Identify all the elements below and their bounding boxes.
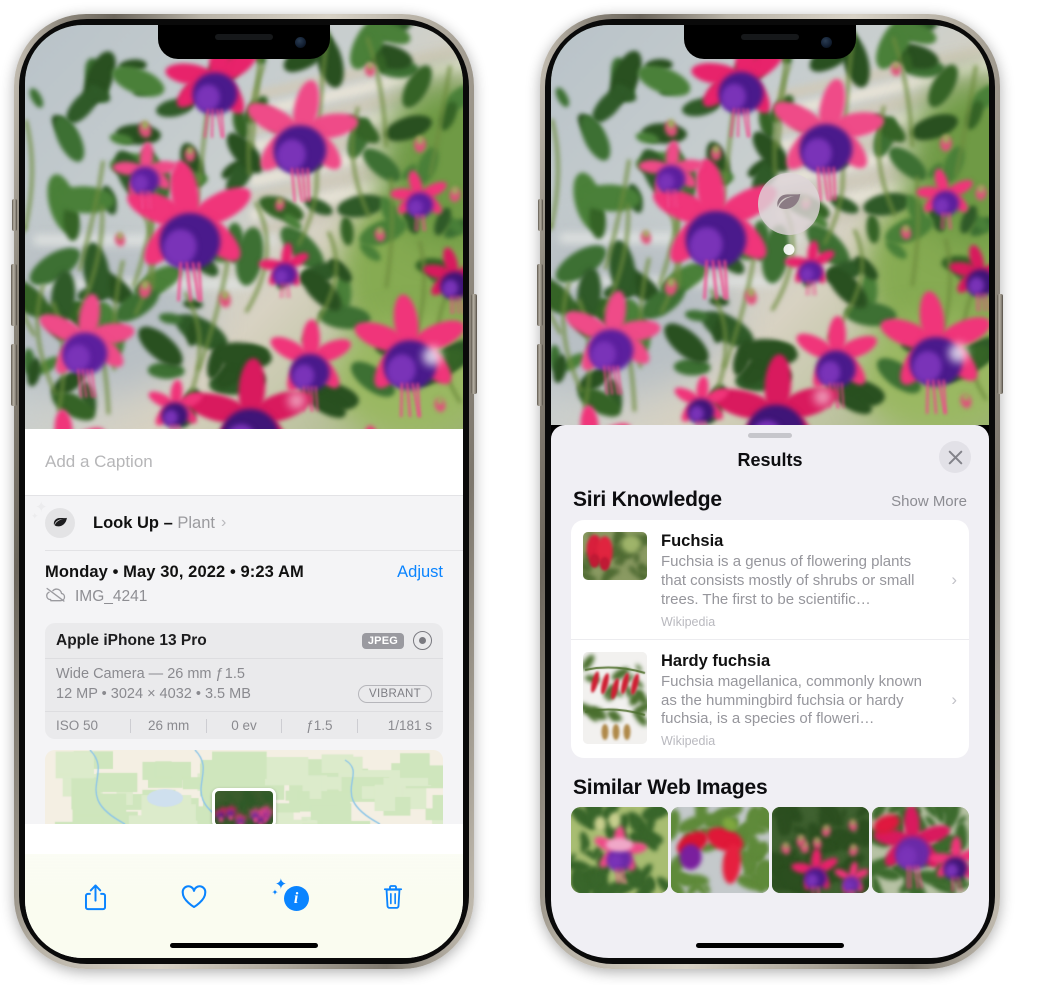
volume-down-button[interactable]: [537, 344, 543, 406]
notch: [684, 25, 856, 59]
knowledge-title: Hardy fuchsia: [661, 651, 771, 670]
knowledge-source: Wikipedia: [661, 734, 716, 749]
chevron-right-icon: ›: [220, 514, 227, 531]
photo-viewer[interactable]: [25, 25, 463, 429]
knowledge-source: Wikipedia: [661, 614, 716, 629]
leaf-icon: ✦ ✦: [31, 500, 75, 538]
look-up-row[interactable]: ✦ ✦ Look Up – Plant ›: [25, 496, 463, 550]
look-up-subject: Plant: [177, 513, 215, 532]
exif-focal: 26 mm: [147, 718, 190, 733]
fuchsia-photo[interactable]: [25, 25, 463, 429]
location-map[interactable]: [45, 750, 443, 824]
pin-thumbnail: [215, 791, 273, 824]
caption-input[interactable]: Add a Caption: [25, 429, 463, 495]
exif-iso: ISO 50: [56, 718, 99, 733]
info-glyph: i: [283, 886, 309, 911]
knowledge-item[interactable]: Fuchsia Fuchsia is a genus of flowering …: [571, 520, 969, 639]
left-screen: Add a Caption ✦ ✦ Look Up – Plant › Mond…: [25, 25, 463, 958]
exif-shutter: 1/181 s: [387, 718, 433, 733]
siri-knowledge-card: Fuchsia Fuchsia is a genus of flowering …: [571, 520, 969, 759]
adjust-button[interactable]: Adjust: [397, 563, 443, 582]
similar-web-images-row[interactable]: [551, 807, 989, 894]
sparkles-icon-small: ✦: [271, 888, 279, 897]
chevron-right-icon: ›: [951, 570, 957, 590]
look-up-prefix: Look Up –: [93, 513, 178, 532]
notch: [158, 25, 330, 59]
web-image-thumbnail[interactable]: [571, 807, 669, 894]
sparkles-icon-small: ✦: [31, 511, 39, 521]
delete-button[interactable]: [381, 883, 405, 911]
camera-info-card[interactable]: Apple iPhone 13 Pro JPEG Wide Camera — 2…: [45, 623, 443, 739]
lookup-block: ✦ ✦ Look Up – Plant › Monday • May 30, 2…: [25, 495, 463, 824]
section-title: Similar Web Images: [573, 776, 768, 800]
map-photo-pin[interactable]: [212, 788, 276, 824]
format-badge: JPEG: [361, 632, 404, 649]
knowledge-thumbnail: [583, 651, 647, 744]
results-sheet: Results Siri Knowledge Show More Fuchsia…: [551, 425, 989, 958]
caption-placeholder: Add a Caption: [45, 452, 153, 471]
photographic-style-badge: VIBRANT: [358, 685, 432, 703]
results-title: Results: [737, 449, 803, 470]
power-button[interactable]: [471, 294, 477, 394]
favorite-button[interactable]: [180, 884, 208, 910]
home-indicator[interactable]: [170, 943, 318, 948]
knowledge-item[interactable]: Hardy fuchsia Fuchsia magellanica, commo…: [571, 638, 969, 759]
front-camera-icon: [295, 37, 306, 48]
left-phone: Add a Caption ✦ ✦ Look Up – Plant › Mond…: [11, 14, 477, 969]
front-camera-icon: [821, 37, 832, 48]
mute-switch[interactable]: [538, 199, 543, 231]
mute-switch[interactable]: [12, 199, 17, 231]
earpiece-speaker: [215, 34, 273, 40]
camera-specs: 12 MP • 3024 × 4032 • 3.5 MB: [56, 686, 251, 702]
photo-filename: IMG_4241: [75, 588, 148, 605]
photo-date: Monday • May 30, 2022 • 9:23 AM: [45, 563, 304, 581]
camera-lens: Wide Camera — 26 mm ƒ 1.5: [56, 666, 245, 682]
knowledge-title: Fuchsia: [661, 532, 724, 550]
info-button[interactable]: ✦ ✦ i: [272, 877, 309, 911]
knowledge-description: Fuchsia magellanica, commonly known as t…: [661, 672, 922, 728]
right-phone: Results Siri Knowledge Show More Fuchsia…: [537, 14, 1003, 969]
siri-knowledge-header: Siri Knowledge Show More: [551, 482, 989, 520]
home-indicator[interactable]: [696, 943, 844, 948]
web-image-thumbnail[interactable]: [671, 807, 769, 894]
volume-up-button[interactable]: [11, 264, 17, 326]
cloud-slash-icon: [45, 587, 66, 607]
right-screen: Results Siri Knowledge Show More Fuchsia…: [551, 25, 989, 958]
knowledge-description: Fuchsia is a genus of flowering plants t…: [661, 552, 915, 608]
similar-web-images-header: Similar Web Images: [551, 758, 989, 807]
volume-up-button[interactable]: [537, 264, 543, 326]
visual-lookup-leaf-badge[interactable]: [758, 173, 820, 235]
share-button[interactable]: [83, 883, 108, 912]
aperture-icon: [413, 631, 432, 650]
camera-device: Apple iPhone 13 Pro: [56, 631, 207, 649]
exif-ev: 0 ev: [231, 718, 257, 733]
show-more-button[interactable]: Show More: [891, 493, 967, 510]
metadata-block: Monday • May 30, 2022 • 9:23 AM Adjust I…: [25, 551, 463, 611]
web-image-thumbnail[interactable]: [871, 807, 969, 894]
close-icon[interactable]: [939, 441, 971, 473]
section-title: Siri Knowledge: [573, 488, 722, 511]
exif-row: ISO 50 26 mm 0 ev ƒ1.5 1/181 s: [45, 712, 443, 739]
photo-detail-sheet: Add a Caption ✦ ✦ Look Up – Plant › Mond…: [25, 429, 463, 958]
web-image-thumbnail[interactable]: [771, 807, 869, 894]
exif-aperture: ƒ1.5: [306, 718, 333, 733]
knowledge-thumbnail: [583, 532, 647, 580]
power-button[interactable]: [997, 294, 1003, 394]
earpiece-speaker: [741, 34, 799, 40]
look-up-label: Look Up – Plant: [93, 514, 215, 533]
volume-down-button[interactable]: [11, 344, 17, 406]
chevron-right-icon: ›: [951, 689, 957, 709]
